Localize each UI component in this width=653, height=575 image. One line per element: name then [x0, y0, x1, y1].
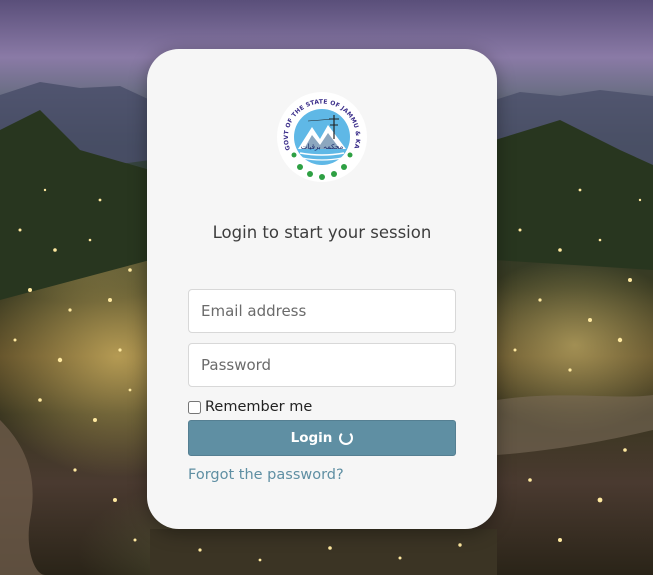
remember-me-option[interactable]: Remember me — [188, 397, 312, 417]
login-button-label: Login — [290, 430, 333, 446]
remember-me-checkbox[interactable] — [188, 400, 201, 414]
email-input[interactable] — [188, 289, 456, 333]
svg-text:محکمہ برقیات: محکمہ برقیات — [301, 143, 344, 151]
loading-spinner-icon — [339, 431, 354, 445]
department-logo: AZAD GOVT OF THE STATE OF JAMMU & KASHMI… — [274, 89, 367, 182]
password-input[interactable] — [188, 343, 456, 387]
forgot-password-link[interactable]: Forgot the password? — [188, 467, 344, 483]
login-button[interactable]: Login — [188, 420, 456, 456]
login-heading: Login to start your session — [212, 223, 432, 242]
login-card: AZAD GOVT OF THE STATE OF JAMMU & KASHMI… — [147, 49, 497, 529]
remember-me-label: Remember me — [205, 399, 313, 415]
